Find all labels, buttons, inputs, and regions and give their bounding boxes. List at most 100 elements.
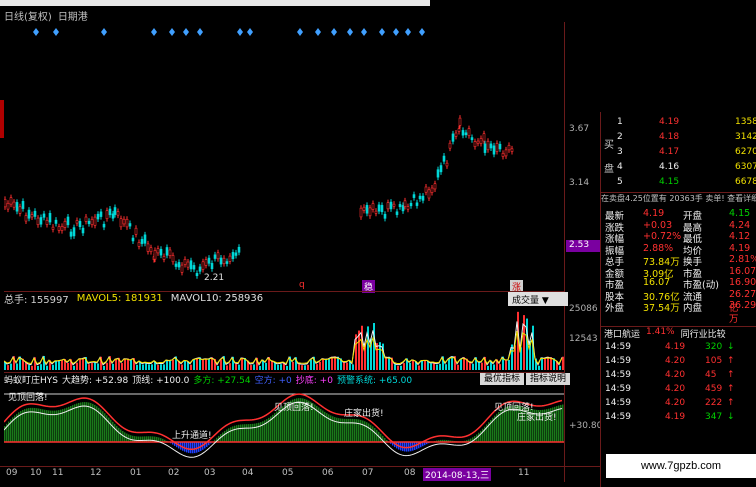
indicator-bar <box>134 436 136 442</box>
indicator-bar <box>350 418 352 442</box>
quote-row: 总手73.84万换手2.81% <box>605 254 756 268</box>
candle-body <box>504 149 508 157</box>
date-label: 11 <box>52 468 64 478</box>
volume-bar <box>103 365 105 370</box>
vol-tick-hi: 25086 <box>569 304 598 314</box>
volume-bar <box>433 363 435 370</box>
candle-body <box>189 260 193 270</box>
signal-diamond-icon <box>237 28 243 36</box>
volume-dropdown[interactable]: 成交量 ▼ <box>508 292 568 306</box>
candle-body <box>119 218 123 228</box>
indicator-bar <box>184 442 186 452</box>
candle-body <box>228 255 232 262</box>
volume-bar <box>277 364 279 370</box>
tab-daily[interactable]: 日线(复权) <box>4 8 52 23</box>
indicator-bar <box>372 426 374 442</box>
candle-body <box>4 199 7 208</box>
candle-body <box>424 186 428 193</box>
indicator-bar <box>52 410 54 442</box>
arrow-up-icon: ↑ <box>727 384 735 394</box>
volume-bar <box>352 364 354 370</box>
date-label: 06 <box>322 468 334 478</box>
candle-body <box>403 200 407 207</box>
trade-row: 14:59 4.19 320 ↓ <box>605 342 756 355</box>
candle-body <box>162 256 166 260</box>
indicator-bar <box>90 403 92 442</box>
low-price-label: 2.21 <box>204 273 224 283</box>
indicator-bar <box>118 427 120 442</box>
indicator-bar <box>252 423 254 442</box>
indicator-bar <box>242 424 244 442</box>
indicator-bar <box>556 406 558 442</box>
candle-body <box>156 248 160 254</box>
candle-body <box>36 217 40 225</box>
indicator-bar <box>60 409 62 442</box>
date-label: 08 <box>404 468 416 478</box>
ob-vol: 6678 <box>735 177 756 187</box>
orderbook-row[interactable]: 1 4.19 1358 <box>617 116 756 131</box>
candle-body <box>15 202 19 212</box>
orderbook-row[interactable]: 5 4.15 6678 <box>617 176 756 191</box>
sell-alert-bar[interactable]: 在卖盘4.25位置有 20363手 卖单! 查看详细 <box>601 192 756 204</box>
indicator-bar <box>136 436 138 442</box>
volume-bar <box>94 362 96 370</box>
indicator-bar <box>66 407 68 442</box>
candle-body <box>204 259 208 266</box>
signal-diamond-icon <box>347 28 353 36</box>
sector-tabs: 港口航运 1.41% 同行业比较 <box>601 326 756 340</box>
candle-body <box>146 243 150 252</box>
indicator-help-button[interactable]: 指标说明 <box>526 373 571 385</box>
candle-body <box>69 231 73 237</box>
indicator-bar <box>368 423 370 442</box>
volume-bar <box>409 362 411 370</box>
candle-body <box>409 202 413 207</box>
volume-bar <box>457 364 459 370</box>
indicator-chart[interactable]: 见顶回落! 见顶回落! 庄家出货! 见顶回落! 庄家出货! 上升通道! <box>4 386 564 466</box>
quote-row: 涨跌 +0.03 最高 4.24 <box>605 220 756 234</box>
orderbook-row[interactable]: 4 4.16 6307 <box>617 161 756 176</box>
orderbook-row[interactable]: 2 4.18 3142 <box>617 131 756 146</box>
signal-diamond-icon <box>247 28 253 36</box>
volume-bar <box>280 364 282 370</box>
signal-diamond-icon <box>169 28 175 36</box>
ob-price: 4.18 <box>659 132 680 142</box>
volume-bar <box>544 357 546 370</box>
volume-bar <box>547 356 549 370</box>
sector-tab-name[interactable]: 港口航运 <box>601 327 643 340</box>
quote-value: 37.54万 <box>643 303 680 314</box>
indicator-bar <box>280 407 282 442</box>
indicator-bar <box>228 428 230 442</box>
volume-bar <box>385 356 387 370</box>
indicator-bar <box>236 425 238 442</box>
candle-body <box>134 227 138 235</box>
best-indicator-button[interactable]: 最优指标 <box>480 373 525 385</box>
volume-bar <box>541 357 543 370</box>
tab-market[interactable]: 日期港 <box>58 8 88 23</box>
indicator-bar <box>234 425 236 442</box>
indicator-bar <box>54 410 56 442</box>
indicator-bar <box>92 403 94 442</box>
trade-row: 14:59 4.20 45 ↑ <box>605 370 756 383</box>
volume-chart[interactable] <box>4 306 564 370</box>
candlestick-chart[interactable]: 2.21 <box>4 22 564 290</box>
volume-bar <box>562 356 564 370</box>
volume-bar <box>61 360 63 370</box>
orderbook-row[interactable]: 3 4.17 6270 <box>617 146 756 161</box>
sector-tab-compare[interactable]: 同行业比较 <box>678 327 729 340</box>
volume-bar <box>58 361 60 370</box>
indicator-bar <box>250 424 252 442</box>
quote-value: 36.29万 <box>729 300 756 325</box>
candle-body <box>383 213 387 219</box>
watermark: www.7gpzb.com <box>606 454 756 478</box>
indicator-bar <box>44 409 46 442</box>
ind-long: 多方: +27.54 <box>193 375 251 386</box>
volume-bar <box>136 364 138 370</box>
volume-bar <box>172 359 174 370</box>
candle-body <box>90 219 94 225</box>
indicator-bar <box>132 435 134 442</box>
candle-body <box>495 143 499 152</box>
indicator-bar <box>56 410 58 442</box>
indicator-bar <box>72 405 74 442</box>
trade-volume: 45 <box>705 370 717 380</box>
trade-price: 4.19 <box>665 412 686 422</box>
